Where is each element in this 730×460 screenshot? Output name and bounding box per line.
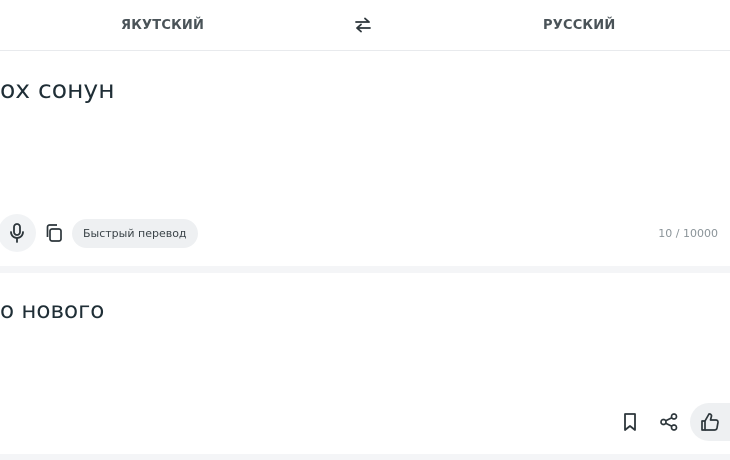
- translation-mode-label: Быстрый перевод: [83, 227, 187, 240]
- translation-mode-dropdown[interactable]: Быстрый перевод: [72, 219, 198, 248]
- bookmark-button[interactable]: [618, 410, 642, 434]
- source-language-button[interactable]: ЯКУТСКИЙ: [121, 18, 204, 33]
- copy-icon: [46, 224, 62, 242]
- swap-arrows-icon: [355, 17, 371, 33]
- bottom-divider: [0, 454, 730, 460]
- thumbs-up-icon: [701, 413, 719, 431]
- section-divider: [0, 266, 730, 273]
- language-bar: ЯКУТСКИЙ РУССКИЙ: [0, 0, 730, 51]
- target-language-button[interactable]: РУССКИЙ: [543, 18, 615, 33]
- source-text-input[interactable]: ох сонун: [0, 75, 115, 104]
- translation-result: о нового: [0, 298, 105, 324]
- share-button[interactable]: [657, 410, 681, 434]
- like-button[interactable]: [690, 403, 730, 441]
- bookmark-icon: [624, 413, 636, 431]
- microphone-button[interactable]: [0, 214, 36, 252]
- swap-languages-button[interactable]: [354, 16, 372, 34]
- character-counter: 10 / 10000: [658, 227, 718, 240]
- share-icon: [660, 413, 678, 431]
- copy-button[interactable]: [42, 221, 66, 245]
- microphone-icon: [10, 223, 24, 243]
